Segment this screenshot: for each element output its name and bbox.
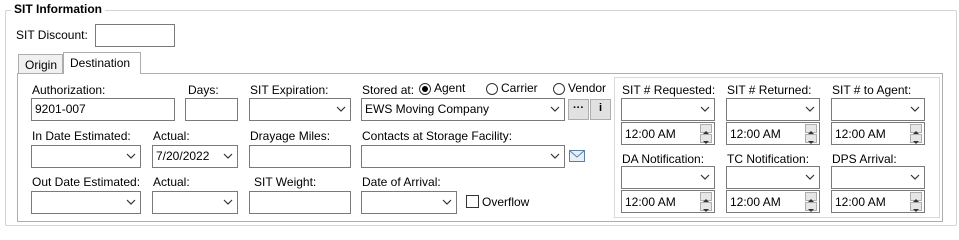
sit-discount-label: SIT Discount:	[16, 28, 88, 42]
sit-returned-date-select[interactable]	[726, 98, 820, 121]
spin-down-icon[interactable]	[700, 202, 712, 212]
sit-requested-label: SIT # Requested:	[622, 83, 716, 97]
ellipsis-button[interactable]: ···	[568, 99, 589, 120]
dps-arrival-time-spinner[interactable]: 12:00 AM	[831, 190, 925, 213]
radio-agent-label: Agent	[434, 81, 466, 95]
chevron-down-icon	[126, 199, 136, 205]
sit-returned-label: SIT # Returned:	[727, 83, 812, 97]
radio-vendor-label: Vendor	[568, 81, 607, 95]
stored-at-company-select[interactable]: EWS Moving Company	[361, 98, 565, 121]
radio-agent[interactable]	[419, 83, 431, 95]
drayage-miles-input[interactable]	[249, 145, 351, 168]
radio-vendor[interactable]	[553, 83, 565, 95]
chevron-down-icon	[442, 199, 452, 205]
chevron-down-icon	[550, 106, 560, 112]
chevron-down-icon	[700, 174, 710, 180]
spin-up-icon[interactable]	[910, 124, 922, 134]
chevron-down-icon	[336, 106, 346, 112]
spin-down-icon[interactable]	[910, 134, 922, 144]
overflow-checkbox[interactable]	[466, 195, 479, 208]
sit-to-agent-date-select[interactable]	[831, 98, 925, 121]
in-date-estimated-select[interactable]	[31, 145, 141, 168]
spin-up-icon[interactable]	[700, 192, 712, 202]
chevron-down-icon	[550, 153, 560, 159]
info-button[interactable]: i	[590, 99, 611, 120]
stored-at-label: Stored at:	[362, 83, 415, 97]
sit-returned-time-spinner[interactable]: 12:00 AM	[726, 122, 820, 145]
dps-arrival-date-select[interactable]	[831, 166, 925, 189]
days-label: Days:	[188, 83, 219, 97]
sit-discount-input[interactable]	[95, 24, 175, 47]
overflow-label: Overflow	[482, 195, 530, 209]
sit-to-agent-label: SIT # to Agent:	[832, 83, 912, 97]
spin-down-icon[interactable]	[700, 134, 712, 144]
dps-arrival-label: DPS Arrival:	[832, 152, 897, 166]
days-input[interactable]	[185, 98, 238, 121]
spin-down-icon[interactable]	[805, 202, 817, 212]
in-actual-select[interactable]: 7/20/2022	[152, 145, 238, 168]
tc-notification-time-spinner[interactable]: 12:00 AM	[726, 190, 820, 213]
authorization-label: Authorization:	[32, 83, 106, 97]
spin-up-icon[interactable]	[700, 124, 712, 134]
date-of-arrival-label: Date of Arrival:	[362, 175, 441, 189]
out-actual-select[interactable]	[152, 191, 238, 214]
tc-notification-label: TC Notification:	[727, 152, 810, 166]
radio-carrier[interactable]	[486, 83, 498, 95]
chevron-down-icon	[910, 106, 920, 112]
radio-carrier-label: Carrier	[501, 81, 538, 95]
spin-up-icon[interactable]	[805, 192, 817, 202]
spin-up-icon[interactable]	[910, 192, 922, 202]
sit-weight-label: SIT Weight:	[254, 175, 317, 189]
in-actual-label: Actual:	[153, 129, 190, 143]
authorization-input[interactable]: 9201-007	[31, 98, 175, 121]
chevron-down-icon	[700, 106, 710, 112]
spin-down-icon[interactable]	[910, 202, 922, 212]
sit-to-agent-time-spinner[interactable]: 12:00 AM	[831, 122, 925, 145]
chevron-down-icon	[126, 153, 136, 159]
chevron-down-icon	[223, 153, 233, 159]
da-notification-time-spinner[interactable]: 12:00 AM	[621, 190, 715, 213]
out-actual-label: Actual:	[153, 175, 190, 189]
group-title: SIT Information	[11, 2, 105, 16]
contacts-label: Contacts at Storage Facility:	[362, 129, 513, 143]
chevron-down-icon	[805, 174, 815, 180]
tc-notification-date-select[interactable]	[726, 166, 820, 189]
contacts-select[interactable]	[361, 145, 565, 168]
out-date-estimated-select[interactable]	[31, 191, 141, 214]
mail-icon[interactable]	[568, 147, 586, 165]
chevron-down-icon	[910, 174, 920, 180]
drayage-miles-label: Drayage Miles:	[250, 129, 331, 143]
sit-weight-input[interactable]	[249, 191, 351, 214]
sit-expiration-select[interactable]	[249, 98, 351, 121]
sit-requested-date-select[interactable]	[621, 98, 715, 121]
in-date-estimated-label: In Date Estimated:	[32, 129, 131, 143]
spin-down-icon[interactable]	[805, 134, 817, 144]
spin-up-icon[interactable]	[805, 124, 817, 134]
out-date-estimated-label: Out Date Estimated:	[32, 175, 141, 189]
date-of-arrival-select[interactable]	[361, 191, 457, 214]
sit-expiration-label: SIT Expiration:	[250, 83, 329, 97]
da-notification-label: DA Notification:	[622, 152, 705, 166]
chevron-down-icon	[223, 199, 233, 205]
sit-requested-time-spinner[interactable]: 12:00 AM	[621, 122, 715, 145]
chevron-down-icon	[805, 106, 815, 112]
da-notification-date-select[interactable]	[621, 166, 715, 189]
